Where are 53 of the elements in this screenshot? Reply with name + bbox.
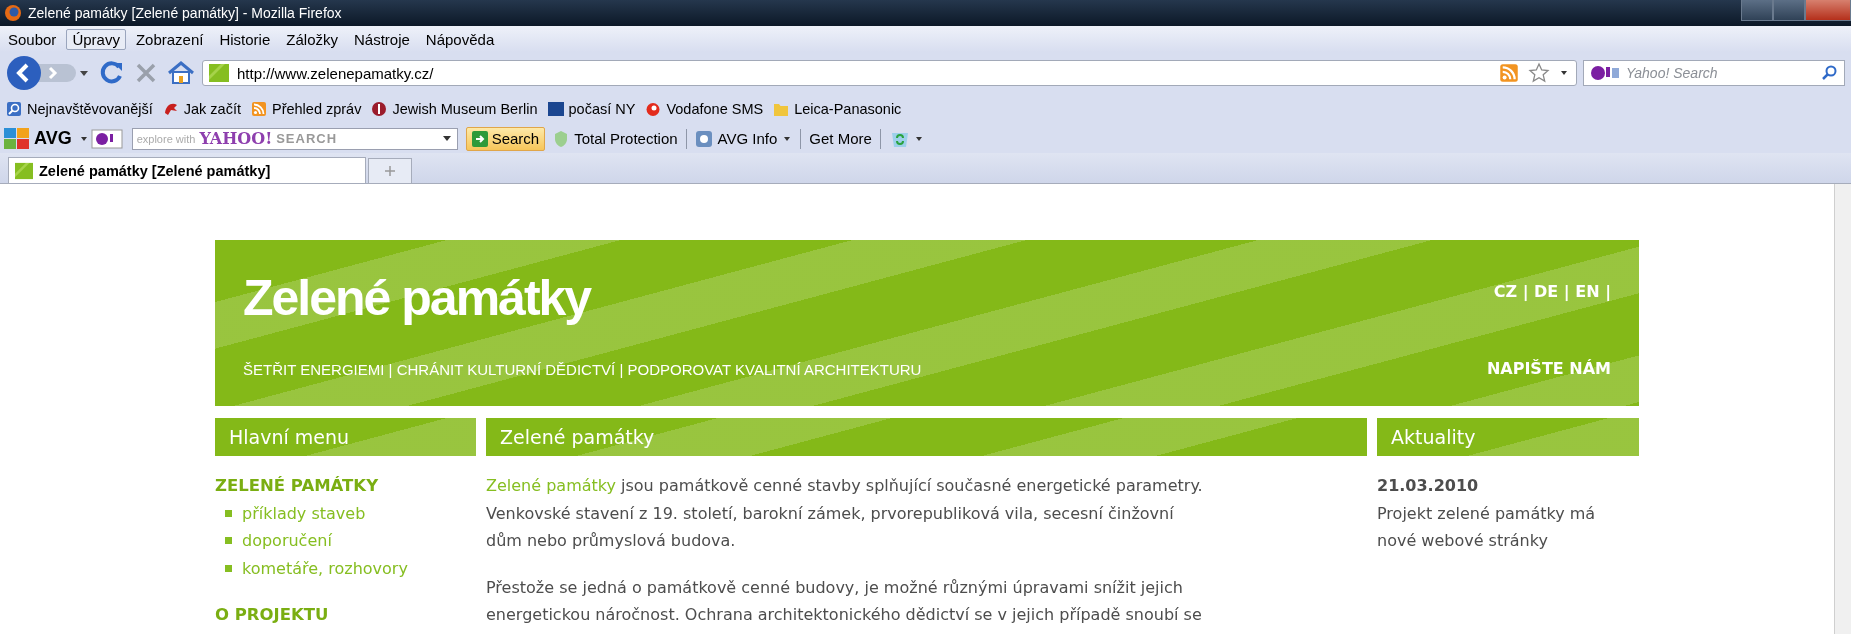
- bullet-icon: [225, 509, 232, 517]
- news-date: 21.03.2010: [1377, 475, 1480, 497]
- rss-icon[interactable]: [1498, 63, 1520, 83]
- address-field[interactable]: http://www.zelenepamatky.cz/: [202, 60, 1577, 86]
- toolbar-item[interactable]: Get More: [809, 130, 872, 147]
- search-icon[interactable]: [1822, 65, 1838, 81]
- avg-logo[interactable]: AVG: [4, 127, 72, 150]
- section-header: Aktuality: [1377, 418, 1639, 456]
- menu-item[interactable]: Nástroje: [348, 28, 416, 50]
- folder-icon: [773, 101, 790, 117]
- browser-tab[interactable]: Zelené památky [Zelené památky]: [8, 157, 366, 183]
- search-icon: [6, 101, 22, 117]
- menu-item[interactable]: Záložky: [280, 28, 344, 50]
- close-button[interactable]: [1805, 0, 1851, 21]
- menu-item[interactable]: Zobrazení: [129, 28, 210, 50]
- home-icon[interactable]: [166, 59, 196, 87]
- scrollbar[interactable]: [1834, 184, 1851, 634]
- site-icon: [209, 64, 229, 82]
- bullet-icon: [225, 564, 232, 572]
- toolbar-item[interactable]: AVG Info: [694, 129, 793, 148]
- bullet-icon: [225, 537, 232, 545]
- section-header: Hlavní menu: [215, 418, 476, 456]
- bookmark[interactable]: Jewish Museum Berlin: [371, 101, 538, 117]
- window-title: Zelené památky [Zelené památky] - Mozilla Firefox: [28, 5, 342, 21]
- shield-icon: [553, 129, 570, 148]
- bookmark[interactable]: Jak začít: [162, 101, 241, 117]
- news-text[interactable]: Projekt zelené památky má nové webové stránky: [1377, 499, 1639, 555]
- bookmark[interactable]: Přehled zpráv: [250, 101, 362, 117]
- site-icon: [15, 161, 33, 180]
- menu-item[interactable]: Soubor: [2, 28, 63, 50]
- rss-icon: [250, 101, 267, 117]
- star-icon[interactable]: [1528, 62, 1550, 84]
- site-title: Zelené památky: [243, 269, 592, 328]
- bookmark[interactable]: Vodafone SMS: [645, 101, 764, 117]
- paragraph: Přestože se jedná o památkově cenné budovy, je možné různými úpravami snížit jejich energetickou náročnost. Ochrana architektonického dědictví se v jejich případě snoubí se: [486, 576, 1203, 626]
- plus-icon: [384, 165, 396, 177]
- maximize-button[interactable]: [1773, 0, 1805, 21]
- toolbar-item[interactable]: Total Protection: [553, 129, 678, 148]
- menu-item[interactable]: Úpravy: [66, 28, 126, 50]
- toolbar-search-field[interactable]: explore with YAHOO! SEARCH: [131, 127, 458, 150]
- minimize-button[interactable]: [1741, 0, 1773, 21]
- search-button[interactable]: Search: [465, 126, 546, 151]
- bookmark[interactable]: Leica-Panasonic: [773, 101, 902, 117]
- bookmark[interactable]: Nejnavštěvovanější: [6, 101, 153, 117]
- paragraph: Zelené památky jsou památkově cenné stavby splňující současné energetické parametry. Venkovské stavení z 19. století, barokní zámek, prvorepubliková vila, secesní činžovní dům nebo průmyslová budova.: [486, 475, 1204, 552]
- info-icon: [694, 129, 713, 148]
- menu-item[interactable]: Historie: [213, 28, 277, 50]
- square-icon: [547, 101, 564, 117]
- bookmark[interactable]: počasí NY: [547, 101, 636, 117]
- site-tagline: ŠETŘIT ENERGIEMI | CHRÁNIT KULTURNÍ DĚDICTVÍ | PODPOROVAT KVALITNÍ ARCHITEKTURU: [243, 361, 922, 378]
- new-tab-button[interactable]: [368, 158, 412, 183]
- menu-item[interactable]: Nápověda: [419, 28, 501, 50]
- section-header: Zelené památky: [486, 418, 1367, 456]
